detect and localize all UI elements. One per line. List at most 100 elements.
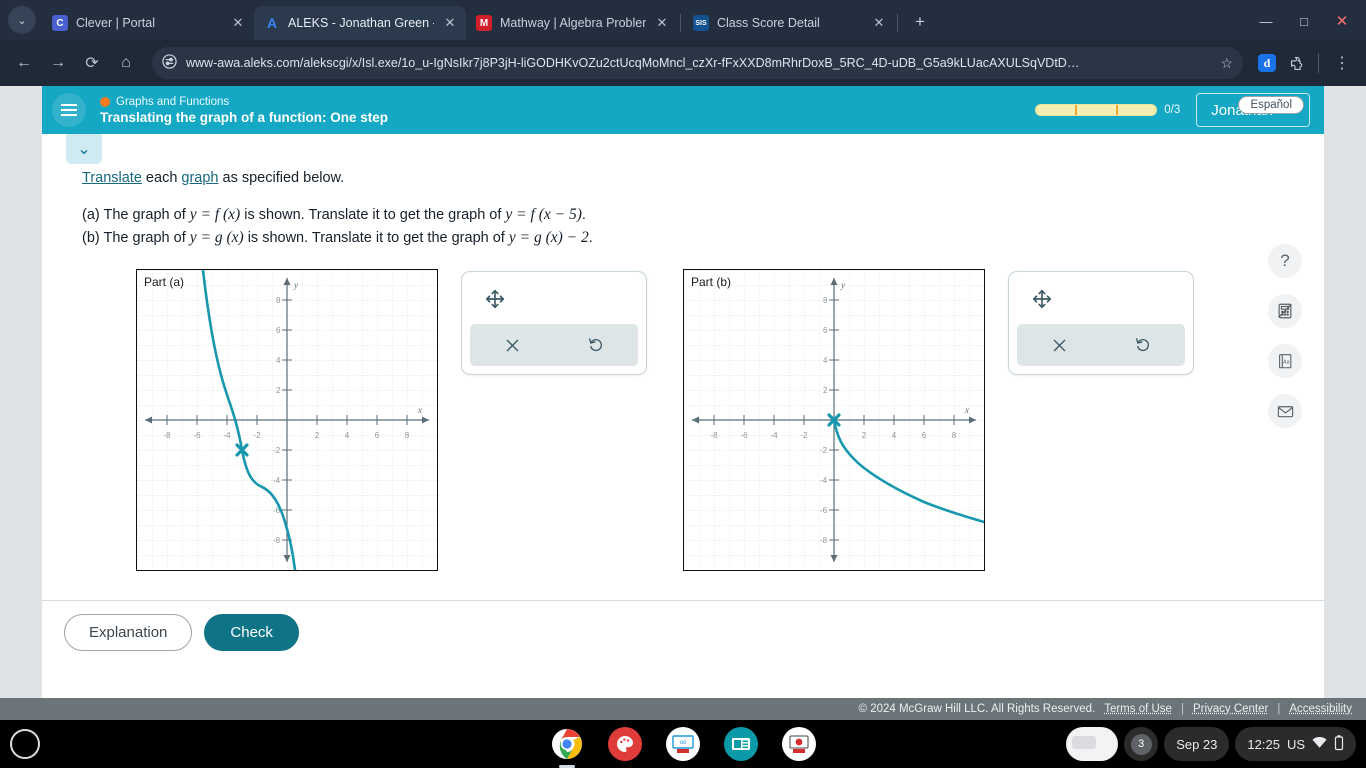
graph-part-b[interactable]: Part (b) x y -8 -6 -4 -2 2 4 6 8 8 6 4 2… [683, 269, 986, 571]
svg-text:4: 4 [345, 431, 350, 440]
privacy-center-link[interactable]: Privacy Center [1193, 703, 1268, 715]
move-icon[interactable] [1031, 288, 1053, 315]
status-tray[interactable]: 12:25 US [1235, 727, 1356, 761]
svg-text:-8: -8 [820, 536, 828, 545]
paint-icon[interactable] [608, 727, 642, 761]
svg-text:8: 8 [405, 431, 410, 440]
menu-icon[interactable] [52, 93, 86, 127]
graph-b-canvas[interactable]: x y -8 -6 -4 -2 2 4 6 8 8642 -2-4-6-8 [684, 270, 986, 570]
tool-panel-actions [470, 324, 638, 366]
terms-of-use-link[interactable]: Terms of Use [1104, 703, 1172, 715]
maximize-icon[interactable]: □ [1286, 8, 1322, 34]
reload-icon[interactable]: ⟳ [76, 47, 108, 79]
action-bar: Explanation Check [42, 600, 1324, 664]
part-a-marker: (a) [82, 207, 104, 223]
graph-link[interactable]: graph [181, 170, 218, 186]
launcher-icon[interactable] [10, 729, 40, 759]
question-part-b: (b) The graph of y = g (x) is shown. Tra… [82, 229, 1324, 247]
home-icon[interactable]: ⌂ [110, 47, 142, 79]
record-icon[interactable] [782, 727, 816, 761]
chrome-icon[interactable] [550, 727, 584, 761]
close-icon[interactable]: ✕ [442, 15, 458, 31]
progress-indicator: 0/3 [1035, 104, 1180, 116]
svg-text:-2: -2 [820, 446, 828, 455]
move-icon[interactable] [484, 288, 506, 315]
svg-text:-6: -6 [820, 506, 828, 515]
svg-text:-8: -8 [273, 536, 281, 545]
copyright-text: © 2024 McGraw Hill LLC. All Rights Reser… [858, 703, 1096, 715]
page-footer: © 2024 McGraw Hill LLC. All Rights Reser… [0, 698, 1366, 720]
site-settings-icon[interactable] [162, 54, 177, 72]
window-controls: — □ ✕ [1248, 8, 1360, 34]
help-icon[interactable]: ? [1268, 244, 1302, 278]
undo-button[interactable] [1101, 324, 1185, 366]
address-bar[interactable]: www-awa.aleks.com/alekscgi/x/Isl.exe/1o_… [152, 47, 1243, 79]
tool-panel-part-b[interactable] [1008, 271, 1194, 375]
close-window-icon[interactable]: ✕ [1324, 8, 1360, 34]
bookmark-icon[interactable]: ☆ [1220, 55, 1233, 72]
tool-panel-part-a[interactable] [461, 271, 647, 375]
svg-text:x: x [964, 405, 969, 415]
notification-count-badge[interactable]: 3 [1124, 727, 1159, 761]
extension-d-icon[interactable]: d [1253, 49, 1281, 77]
part-b-marker: (b) [82, 230, 104, 246]
svg-text:4: 4 [276, 356, 281, 365]
undo-button[interactable] [554, 324, 638, 366]
part-b-eq1: y = g (x) [189, 229, 244, 246]
check-button[interactable]: Check [204, 614, 299, 651]
progress-segment [1118, 105, 1157, 115]
stylus-tool-icon[interactable] [1066, 727, 1119, 761]
page-viewport: Graphs and Functions Translating the gra… [0, 86, 1366, 720]
svg-text:oo: oo [680, 740, 687, 746]
accessibility-link[interactable]: Accessibility [1289, 703, 1352, 715]
presentation-icon[interactable]: oo [666, 727, 700, 761]
svg-text:6: 6 [823, 326, 828, 335]
browser-tab-aleks[interactable]: A ALEKS - Jonathan Green - Lear ✕ [254, 6, 466, 40]
media-icon[interactable] [724, 727, 758, 761]
mathway-favicon: M [476, 15, 492, 31]
date-tray[interactable]: Sep 23 [1164, 727, 1230, 761]
dictionary-icon[interactable]: Aa [1268, 344, 1302, 378]
graph-label: Part (a) [144, 275, 185, 289]
svg-text:2: 2 [862, 431, 867, 440]
translate-link[interactable]: Translate [82, 170, 142, 186]
progress-segment [1036, 105, 1077, 115]
shelf-date: Sep 23 [1176, 736, 1218, 752]
minimize-icon[interactable]: — [1248, 8, 1284, 34]
svg-text:6: 6 [276, 326, 281, 335]
tab-search-icon[interactable]: ⌄ [8, 6, 36, 34]
browser-tab-clever[interactable]: C Clever | Portal ✕ [42, 6, 254, 40]
clear-button[interactable] [1017, 324, 1101, 366]
graph-part-a[interactable]: Part (a) x y -8 -6 -4 -2 2 4 6 8 8 6 4 2… [136, 268, 438, 572]
battery-icon [1334, 734, 1344, 754]
tab-title: ALEKS - Jonathan Green - Lear [288, 16, 434, 30]
close-icon[interactable]: ✕ [871, 15, 887, 31]
svg-text:Aa: Aa [1283, 359, 1290, 365]
part-a-eq2: y = f (x − 5) [505, 206, 582, 223]
svg-text:2: 2 [315, 431, 320, 440]
clear-button[interactable] [470, 324, 554, 366]
espanol-button[interactable]: Español [1238, 96, 1304, 114]
shelf-time: 12:25 [1247, 736, 1280, 752]
calculator-disabled-icon[interactable] [1268, 294, 1302, 328]
graphs-spacer [647, 269, 683, 571]
new-tab-button[interactable]: + [906, 8, 934, 36]
tool-panel-actions [1017, 324, 1185, 366]
close-icon[interactable]: ✕ [654, 15, 670, 31]
back-icon[interactable]: ← [8, 47, 40, 79]
explanation-button[interactable]: Explanation [64, 614, 193, 651]
question-part-a: (a) The graph of y = f (x) is shown. Tra… [82, 206, 1324, 224]
graph-a-canvas[interactable]: x y -8 -6 -4 -2 2 4 6 8 8642 -2-4-6-8 [137, 268, 437, 572]
part-b-text1: The graph of [103, 230, 190, 246]
browser-tab-mathway[interactable]: M Mathway | Algebra Problem So ✕ [466, 6, 678, 40]
browser-menu-icon[interactable]: ⋮ [1326, 47, 1358, 79]
browser-window: ⌄ C Clever | Portal ✕ A ALEKS - Jonathan… [0, 0, 1366, 720]
mail-icon[interactable] [1268, 394, 1302, 428]
part-b-text2: is shown. Translate it to get the graph … [243, 230, 509, 246]
close-icon[interactable]: ✕ [230, 15, 246, 31]
svg-text:-6: -6 [740, 431, 748, 440]
extensions-puzzle-icon[interactable] [1283, 49, 1311, 77]
forward-icon[interactable]: → [42, 47, 74, 79]
browser-tab-class-score[interactable]: SIS Class Score Detail ✕ [683, 6, 895, 40]
footer-separator: | [1277, 703, 1281, 715]
